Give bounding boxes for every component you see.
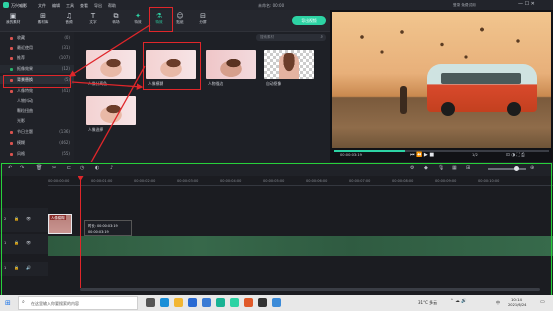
preview-ratio[interactable]: 1/2 (472, 153, 478, 157)
taskbar-search-placeholder: 在这里输入你要搜索的内容 (31, 301, 79, 306)
clock-date[interactable]: 2021/6/24 (508, 303, 526, 307)
van (427, 64, 537, 116)
person (400, 86, 407, 114)
windows-taskbar: ⊞ ⌕ 在这里输入你要搜索的内容 31°C 多云 ⌃ ☁ 🔊 中 10:14 2… (0, 295, 553, 311)
task-view-icon[interactable] (146, 298, 155, 307)
weather-status[interactable]: 31°C 多云 (418, 300, 437, 306)
playback-controls[interactable]: ⏮ ⏪ ▶ ■ (410, 152, 434, 158)
input-language[interactable]: 中 (496, 300, 500, 306)
file-explorer-icon[interactable] (174, 298, 183, 307)
preview-progress-fill (334, 150, 405, 152)
preview-time: 00:00:03:19 (340, 153, 362, 157)
app-icon-green[interactable] (230, 298, 239, 307)
edge-icon[interactable] (160, 298, 169, 307)
preview-tools[interactable]: ⊡ ◑ ⛶ ⎙ (506, 152, 525, 158)
taskbar-search[interactable]: ⌕ 在这里输入你要搜索的内容 (18, 296, 138, 310)
notification-icon[interactable]: ▭ (540, 299, 545, 305)
arrow-to-category (68, 24, 151, 77)
timeline-highlight (1, 163, 552, 296)
search-icon: ⌕ (22, 299, 25, 305)
store-icon[interactable] (188, 298, 197, 307)
preview-panel: 00:00:03:19 ⏮ ⏪ ▶ ■ 1/2 ⊡ ◑ ⛶ ⎙ (330, 10, 553, 162)
preview-video[interactable] (332, 12, 551, 148)
app-icon-red[interactable] (244, 298, 253, 307)
clock-time[interactable]: 10:14 (511, 297, 522, 302)
arrow-to-effect (71, 81, 144, 90)
app-icon-blue[interactable] (272, 298, 281, 307)
start-icon[interactable]: ⊞ (5, 299, 11, 307)
mail-icon[interactable] (202, 298, 211, 307)
app-icon-filmora[interactable] (216, 298, 225, 307)
app-icon-dark[interactable] (258, 298, 267, 307)
tray-icons[interactable]: ⌃ ☁ 🔊 (450, 299, 467, 304)
